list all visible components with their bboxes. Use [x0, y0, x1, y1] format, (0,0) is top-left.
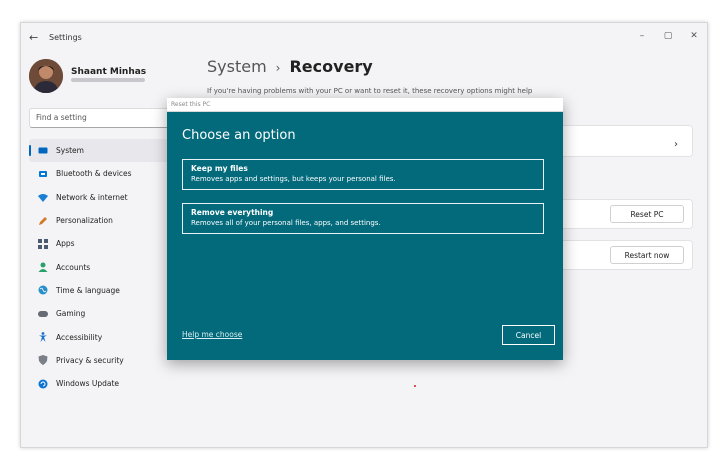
sidebar-item-label: Network & internet — [56, 192, 128, 202]
sidebar-item-label: Time & language — [56, 285, 120, 295]
monitor-icon — [37, 145, 48, 156]
bluetooth-icon — [37, 168, 48, 179]
remove-everything-option[interactable]: Remove everything Removes all of your pe… — [182, 203, 544, 234]
app-title: Settings — [49, 33, 82, 42]
sidebar-item-privacy-security[interactable]: Privacy & security — [29, 349, 174, 372]
settings-window: ← Settings – ▢ ✕ Shaant Minhas System Blu… — [20, 22, 708, 448]
sidebar-item-personalization[interactable]: Personalization — [29, 209, 174, 232]
help-me-choose-link[interactable]: Help me choose — [182, 330, 242, 339]
profile-name: Shaant Minhas — [71, 67, 147, 77]
reset-pc-dialog: Reset this PC Choose an option Keep my f… — [167, 98, 563, 360]
profile-email-redacted — [71, 78, 145, 82]
option-title: Remove everything — [191, 208, 274, 217]
wifi-icon — [37, 192, 48, 203]
breadcrumb-parent[interactable]: System — [207, 57, 267, 76]
close-button[interactable]: ✕ — [686, 31, 702, 41]
sidebar-item-system[interactable]: System — [29, 139, 174, 163]
sidebar-item-label: Accounts — [56, 262, 91, 272]
breadcrumb: System › Recovery — [207, 57, 373, 76]
minimize-button[interactable]: – — [634, 31, 650, 41]
chevron-right-icon: › — [674, 139, 678, 150]
pen-icon — [37, 215, 48, 226]
avatar[interactable] — [29, 59, 63, 93]
shield-icon — [37, 355, 48, 366]
breadcrumb-separator-icon: › — [275, 61, 281, 75]
option-title: Keep my files — [191, 164, 248, 173]
search-box[interactable] — [29, 108, 179, 128]
sidebar-item-label: Bluetooth & devices — [56, 169, 132, 179]
sidebar-item-accounts[interactable]: Accounts — [29, 255, 174, 278]
sidebar-item-time-language[interactable]: Time & language — [29, 279, 174, 302]
option-description: Removes all of your personal files, apps… — [191, 219, 381, 227]
sidebar-item-label: Personalization — [56, 216, 113, 226]
apps-icon — [37, 238, 48, 249]
sidebar-item-label: Gaming — [56, 309, 86, 319]
sidebar-item-windows-update[interactable]: Windows Update — [29, 372, 174, 395]
dialog-heading: Choose an option — [182, 128, 296, 143]
sidebar-nav: System Bluetooth & devices Network & inter… — [29, 139, 174, 395]
dialog-title: Reset this PC — [171, 101, 211, 108]
sidebar-item-accessibility[interactable]: Accessibility — [29, 325, 174, 348]
intro-text: If you're having problems with your PC o… — [207, 87, 533, 95]
sidebar-item-network-internet[interactable]: Network & internet — [29, 186, 174, 209]
sidebar-item-label: System — [56, 146, 84, 156]
update-icon — [37, 378, 48, 389]
restart-now-button[interactable]: Restart now — [610, 246, 684, 264]
maximize-button[interactable]: ▢ — [660, 31, 676, 41]
sidebar-item-apps[interactable]: Apps — [29, 232, 174, 255]
search-input[interactable] — [36, 113, 156, 122]
globe-icon — [37, 285, 48, 296]
title-bar: ← Settings – ▢ ✕ — [21, 23, 707, 53]
avatar-image — [29, 59, 63, 93]
sidebar-item-label: Privacy & security — [56, 355, 124, 365]
gamepad-icon — [37, 308, 48, 319]
back-arrow-icon[interactable]: ← — [29, 31, 38, 44]
screenshot-frame: ← Settings – ▢ ✕ Shaant Minhas System Blu… — [0, 0, 728, 471]
cancel-button[interactable]: Cancel — [502, 325, 555, 345]
page-title: Recovery — [289, 57, 373, 76]
accessibility-icon — [37, 332, 48, 343]
sidebar-item-label: Apps — [56, 239, 75, 249]
sidebar-item-label: Accessibility — [56, 332, 103, 342]
cursor-dot — [414, 385, 416, 387]
dialog-title-bar: Reset this PC — [167, 98, 563, 112]
keep-my-files-option[interactable]: Keep my files Removes apps and settings,… — [182, 159, 544, 190]
person-icon — [37, 262, 48, 273]
sidebar-item-bluetooth-devices[interactable]: Bluetooth & devices — [29, 162, 174, 185]
reset-pc-button[interactable]: Reset PC — [610, 205, 684, 223]
option-description: Removes apps and settings, but keeps you… — [191, 175, 396, 183]
sidebar-item-label: Windows Update — [56, 379, 120, 389]
sidebar-item-gaming[interactable]: Gaming — [29, 302, 174, 325]
